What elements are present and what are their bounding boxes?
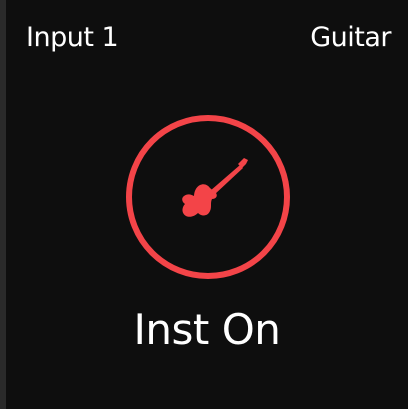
status-label: Inst On	[133, 305, 281, 354]
instrument-type: Guitar	[310, 22, 391, 53]
guitar-icon	[182, 158, 248, 217]
input-name: Input 1	[26, 22, 119, 53]
inst-toggle-button[interactable]	[126, 115, 290, 279]
input-channel-panel: Input 1 Guitar Inst On	[6, 0, 408, 409]
